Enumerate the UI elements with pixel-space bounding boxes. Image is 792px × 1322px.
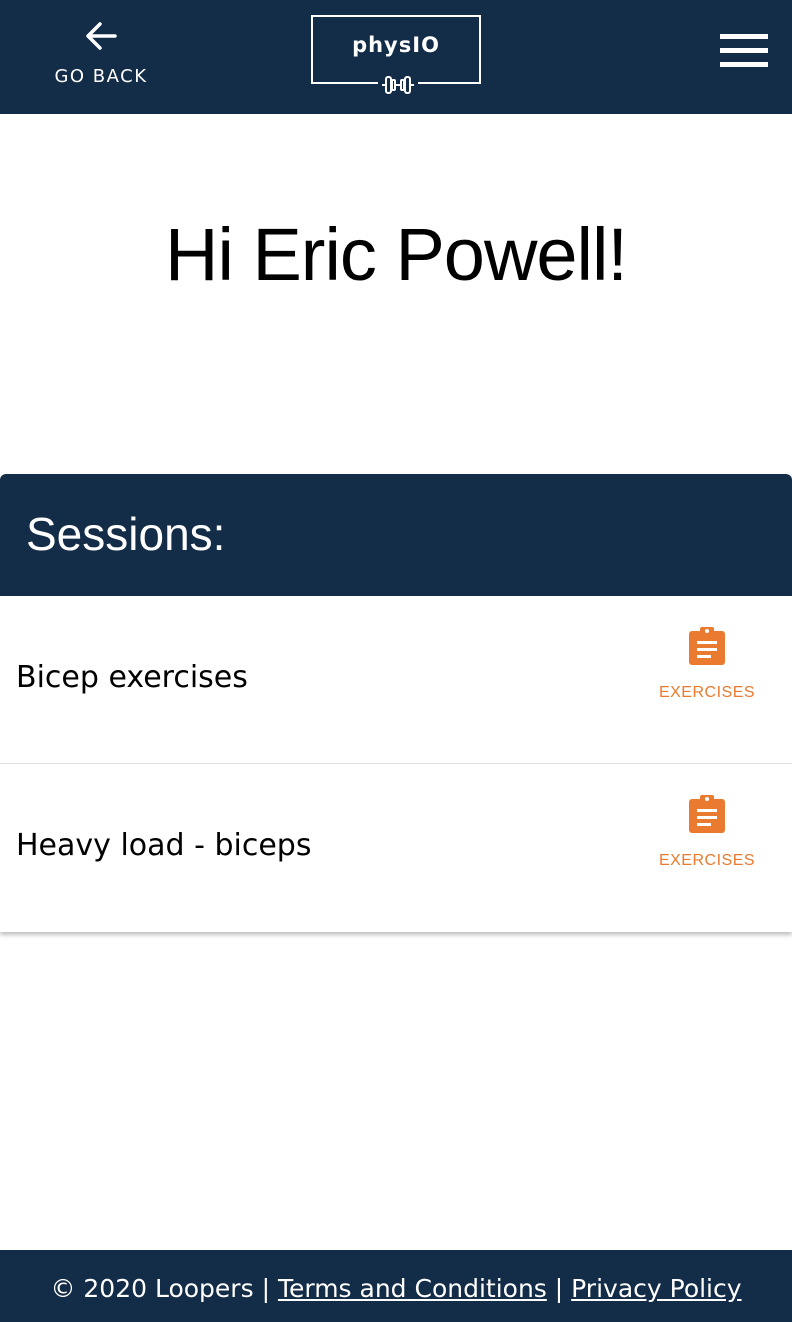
footer-separator: | [261, 1274, 270, 1303]
exercises-button[interactable]: EXERCISES [648, 794, 766, 884]
hamburger-menu-icon[interactable] [716, 32, 768, 72]
top-nav-bar: GO BACK physIO [0, 0, 792, 114]
exercises-label: EXERCISES [658, 852, 756, 869]
footer: © 2020 Loopers | Terms and Conditions | … [0, 1250, 792, 1322]
logo-text: physIO [352, 33, 440, 57]
footer-separator: | [554, 1274, 564, 1303]
sessions-card: Sessions: Bicep exercises EXERCISES Heav… [0, 474, 792, 932]
clipboard-icon [689, 627, 725, 665]
go-back-button[interactable]: GO BACK [50, 18, 152, 98]
session-row: Bicep exercises EXERCISES [0, 596, 792, 764]
sessions-header: Sessions: [0, 474, 792, 596]
greeting-heading: Hi Eric Powell! [165, 213, 628, 296]
clipboard-icon [689, 795, 725, 833]
exercises-label: EXERCISES [658, 684, 756, 701]
sessions-title: Sessions: [26, 508, 226, 560]
dumbbell-icon [378, 72, 418, 98]
session-name: Heavy load - biceps [16, 828, 312, 863]
app-logo[interactable]: physIO [311, 15, 481, 98]
copyright-text: © 2020 Loopers [50, 1274, 254, 1303]
arrow-left-icon [86, 22, 117, 50]
go-back-label: GO BACK [54, 66, 148, 87]
terms-link[interactable]: Terms and Conditions [278, 1274, 547, 1303]
exercises-button[interactable]: EXERCISES [648, 626, 766, 716]
privacy-link[interactable]: Privacy Policy [571, 1274, 741, 1303]
session-row: Heavy load - biceps EXERCISES [0, 764, 792, 932]
session-name: Bicep exercises [16, 660, 248, 695]
